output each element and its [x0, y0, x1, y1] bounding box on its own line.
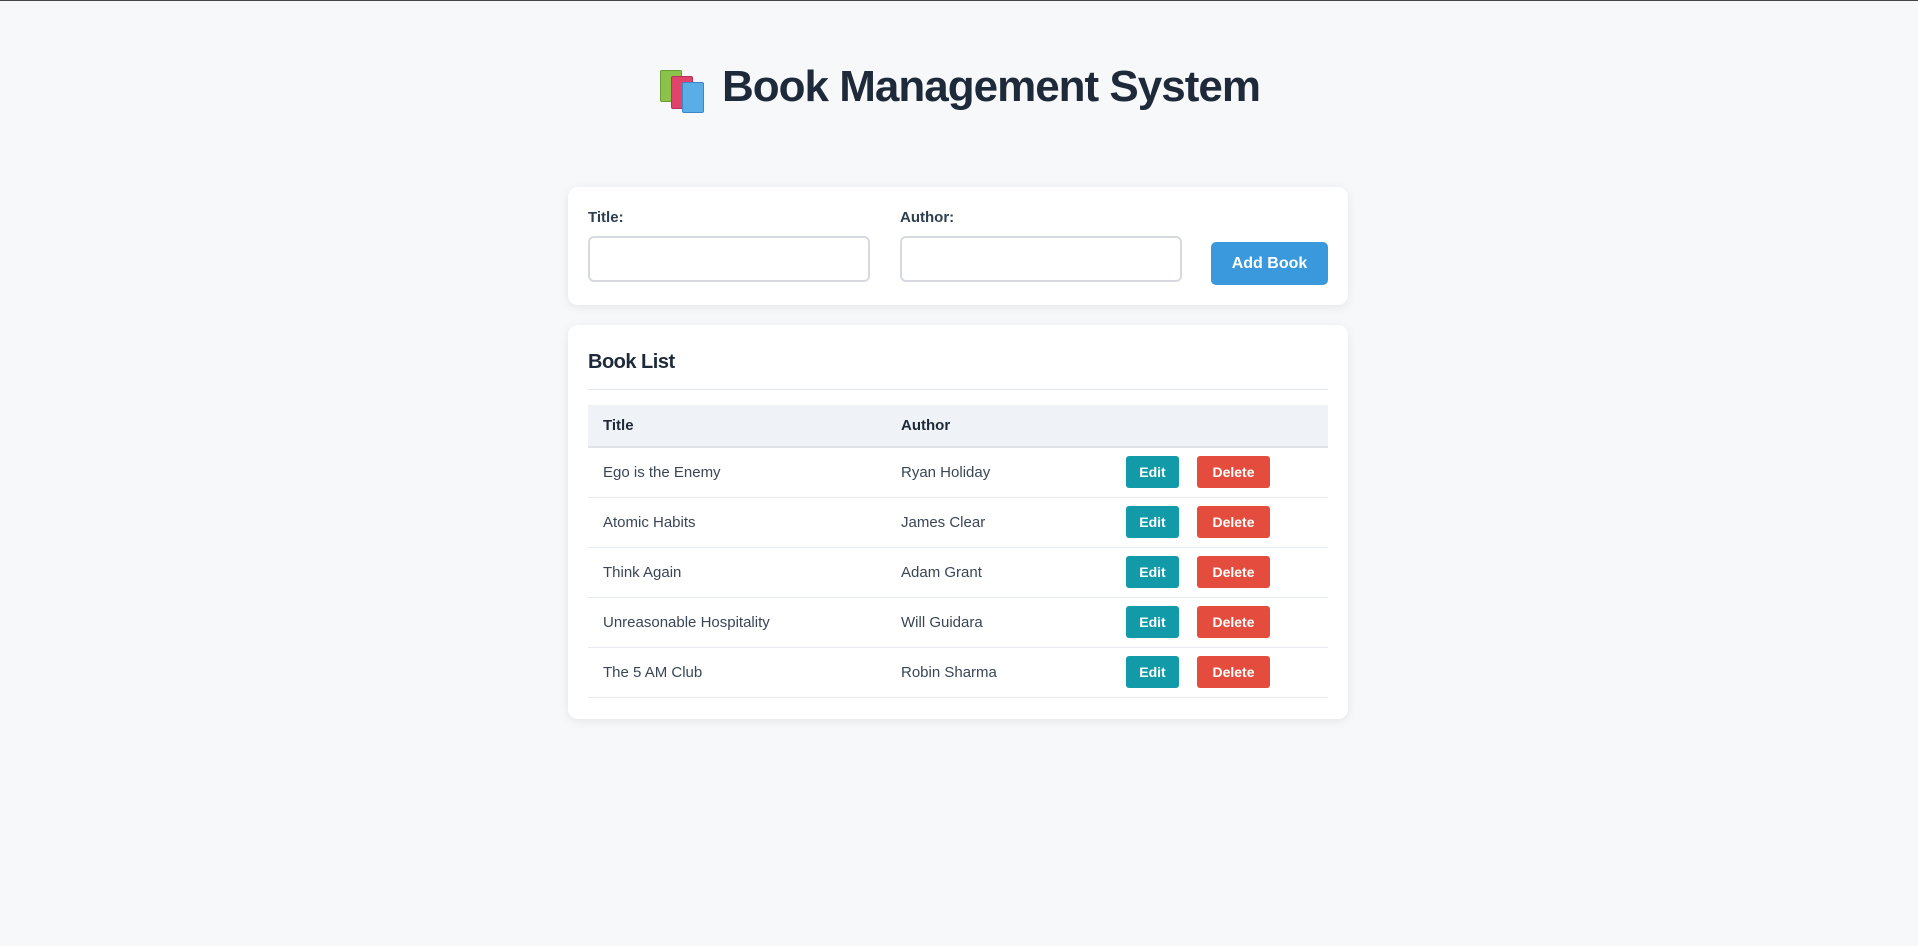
table-row: Atomic Habits James Clear Edit Delete — [588, 497, 1328, 547]
actions-cell: Edit Delete — [1111, 647, 1328, 697]
table-row: Unreasonable Hospitality Will Guidara Ed… — [588, 597, 1328, 647]
actions-cell: Edit Delete — [1111, 597, 1328, 647]
book-table: Title Author Ego is the Enemy Ryan Holid… — [588, 405, 1328, 698]
actions-cell: Edit Delete — [1111, 497, 1328, 547]
book-title-cell: The 5 AM Club — [603, 663, 703, 681]
title-input[interactable] — [588, 236, 870, 282]
add-book-form: Title: Author: Add Book — [568, 187, 1348, 305]
book-table-body: Ego is the Enemy Ryan Holiday Edit Delete… — [588, 447, 1328, 697]
edit-button[interactable]: Edit — [1126, 656, 1179, 688]
edit-button[interactable]: Edit — [1126, 456, 1179, 489]
book-author-cell: Ryan Holiday — [901, 463, 991, 481]
books-icon — [658, 63, 708, 113]
book-list-card: Book List Title Author Ego is the Enemy … — [568, 325, 1348, 719]
book-author-cell: Robin Sharma — [901, 663, 997, 681]
author-field-group: Author: — [900, 209, 1182, 282]
book-title-cell: Think Again — [603, 563, 682, 581]
book-author-cell: Will Guidara — [901, 613, 983, 631]
page-header: Book Management System — [0, 62, 1918, 113]
table-row: Think Again Adam Grant Edit Delete — [588, 547, 1328, 597]
author-input[interactable] — [900, 236, 1182, 282]
book-title-cell: Atomic Habits — [603, 513, 696, 531]
book-list-heading: Book List — [588, 325, 1328, 390]
table-header-row: Title Author — [588, 405, 1328, 447]
actions-cell: Edit Delete — [1111, 447, 1328, 497]
edit-button[interactable]: Edit — [1126, 606, 1179, 638]
table-row: Ego is the Enemy Ryan Holiday Edit Delete — [588, 447, 1328, 497]
book-author-cell: Adam Grant — [901, 563, 982, 581]
author-label: Author: — [900, 209, 955, 226]
column-header-actions — [1111, 405, 1328, 447]
actions-cell: Edit Delete — [1111, 547, 1328, 597]
book-title-cell: Ego is the Enemy — [603, 463, 721, 481]
column-header-title: Title — [603, 417, 634, 434]
delete-button[interactable]: Delete — [1197, 556, 1270, 588]
top-border — [0, 0, 1918, 1]
delete-button[interactable]: Delete — [1197, 506, 1270, 538]
edit-button[interactable]: Edit — [1126, 506, 1179, 538]
book-author-cell: James Clear — [901, 513, 986, 531]
column-header-author: Author — [901, 417, 951, 434]
add-book-button[interactable]: Add Book — [1211, 242, 1328, 285]
title-label: Title: — [588, 209, 624, 226]
title-field-group: Title: — [588, 209, 870, 282]
book-title-cell: Unreasonable Hospitality — [603, 613, 770, 631]
delete-button[interactable]: Delete — [1197, 656, 1270, 688]
edit-button[interactable]: Edit — [1126, 556, 1179, 588]
table-row: The 5 AM Club Robin Sharma Edit Delete — [588, 647, 1328, 697]
delete-button[interactable]: Delete — [1197, 456, 1270, 489]
delete-button[interactable]: Delete — [1197, 606, 1270, 638]
page-title: Book Management System — [722, 62, 1261, 111]
